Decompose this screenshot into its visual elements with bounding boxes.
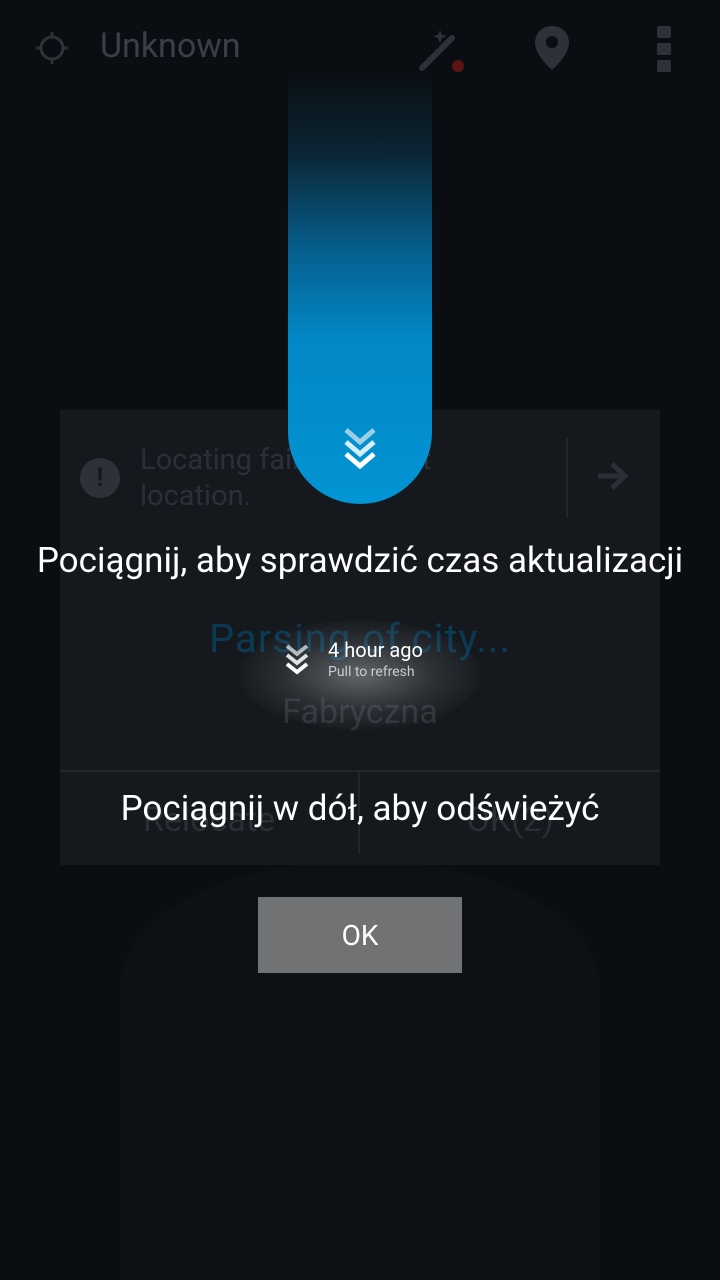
- app-bar-title: Unknown: [100, 26, 241, 66]
- double-chevron-down-icon: [344, 428, 376, 470]
- pull-to-refresh-hint: Pull to refresh: [328, 664, 415, 680]
- magic-wand-icon[interactable]: [416, 26, 464, 74]
- overflow-menu-icon[interactable]: [654, 26, 674, 72]
- divider: [566, 438, 568, 518]
- last-updated-text: 4 hour ago: [328, 638, 423, 662]
- tutorial-subtitle: Pociągnij w dół, aby odświeżyć: [120, 788, 600, 829]
- double-chevron-down-icon: [285, 644, 309, 675]
- divider: [60, 770, 660, 772]
- warning-icon: !: [80, 458, 120, 498]
- refresh-status: 4 hour ago Pull to refresh: [284, 638, 464, 688]
- location-pin-icon[interactable]: [532, 24, 572, 72]
- ok-button[interactable]: OK: [258, 897, 462, 973]
- locate-icon[interactable]: [36, 32, 68, 64]
- pull-down-indicator: [288, 72, 432, 504]
- arrow-right-icon[interactable]: [596, 460, 628, 492]
- tutorial-title: Pociągnij, aby sprawdzić czas aktualizac…: [36, 540, 684, 581]
